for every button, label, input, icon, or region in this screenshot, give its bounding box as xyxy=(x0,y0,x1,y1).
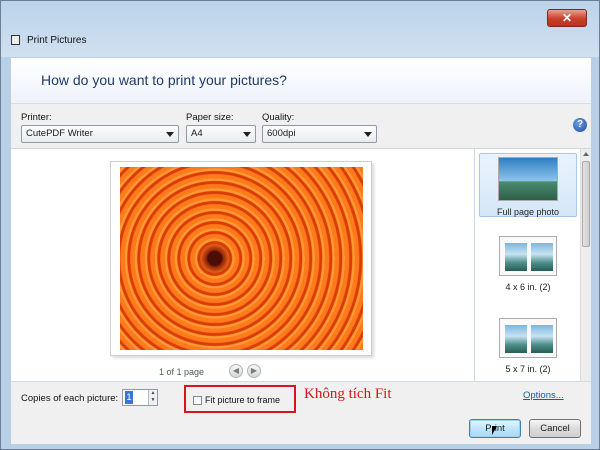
scroll-thumb[interactable] xyxy=(582,161,590,247)
stepper-up-icon[interactable]: ▲ xyxy=(149,390,157,397)
close-button[interactable]: ✕ xyxy=(547,9,587,27)
layout-scrollbar[interactable] xyxy=(580,149,591,381)
cancel-button[interactable]: Cancel xyxy=(529,419,581,438)
photo-thumb xyxy=(531,325,553,353)
photo-thumb xyxy=(505,243,527,271)
paper-size-select[interactable]: A4 xyxy=(186,125,256,143)
header-question: How do you want to print your pictures? xyxy=(41,72,287,88)
layout-full-page-photo[interactable]: Full page photo xyxy=(479,153,577,217)
preview-page xyxy=(110,161,372,356)
window-title: Print Pictures xyxy=(27,35,87,46)
two-photos-icon xyxy=(499,318,557,358)
print-pictures-window: ✕ Print Pictures How do you want to prin… xyxy=(0,0,600,450)
layout-list: Full page photo 4 x 6 in. (2) 5 x 7 in. … xyxy=(474,148,591,381)
scroll-up-icon[interactable] xyxy=(583,152,589,156)
page-count: 1 of 1 page xyxy=(159,367,205,377)
paper-size-value: A4 xyxy=(191,128,203,139)
preview-area: 1 of 1 page ◀ ▶ xyxy=(11,148,474,381)
printer-select[interactable]: CutePDF Writer xyxy=(21,125,179,143)
photo-thumb xyxy=(531,243,553,271)
photo-thumb xyxy=(505,325,527,353)
paper-size-label: Paper size: xyxy=(186,112,234,123)
help-icon[interactable]: ? xyxy=(573,118,587,132)
quality-label: Quality: xyxy=(262,112,295,123)
dialog-header: How do you want to print your pictures? xyxy=(11,58,591,104)
quality-value: 600dpi xyxy=(267,128,296,139)
prev-page-button[interactable]: ◀ xyxy=(229,364,243,378)
quality-select[interactable]: 600dpi xyxy=(262,125,377,143)
copies-stepper[interactable]: 1 ▲ ▼ xyxy=(122,389,158,406)
next-page-button[interactable]: ▶ xyxy=(247,364,261,378)
highlight-box: Fit picture to frame xyxy=(184,385,296,413)
chevron-down-icon xyxy=(166,132,174,137)
title-bar: ✕ Print Pictures xyxy=(1,1,599,57)
copies-label: Copies of each picture: xyxy=(21,393,119,404)
layout-label: 4 x 6 in. (2) xyxy=(505,282,551,292)
layout-5x7[interactable]: 5 x 7 in. (2) xyxy=(479,315,577,379)
chevron-down-icon xyxy=(243,132,251,137)
layout-label: Full page photo xyxy=(496,207,560,217)
print-button[interactable]: Print xyxy=(469,419,521,438)
layout-4x6[interactable]: 4 x 6 in. (2) xyxy=(479,233,577,297)
stepper-down-icon[interactable]: ▼ xyxy=(149,397,157,404)
annotation-text: Không tích Fit xyxy=(304,386,392,402)
landscape-photo-icon xyxy=(498,157,558,201)
bottom-bar: Copies of each picture: 1 ▲ ▼ Fit pictur… xyxy=(11,381,591,444)
printer-label: Printer: xyxy=(21,112,52,123)
fit-picture-checkbox[interactable] xyxy=(193,396,202,405)
chevron-down-icon xyxy=(364,132,372,137)
fit-picture-label[interactable]: Fit picture to frame xyxy=(205,395,280,405)
mouse-cursor-icon xyxy=(492,426,497,435)
layout-label: 5 x 7 in. (2) xyxy=(505,364,551,374)
printer-select-value: CutePDF Writer xyxy=(26,128,93,139)
copies-input[interactable]: 1 xyxy=(125,391,133,404)
dialog-content: Printer: CutePDF Writer Paper size: A4 Q… xyxy=(11,104,591,444)
flower-photo xyxy=(120,167,363,350)
printer-icon xyxy=(11,35,20,45)
options-link[interactable]: Options... xyxy=(523,390,564,401)
stepper-buttons: ▲ ▼ xyxy=(148,390,157,405)
two-photos-icon xyxy=(499,236,557,276)
